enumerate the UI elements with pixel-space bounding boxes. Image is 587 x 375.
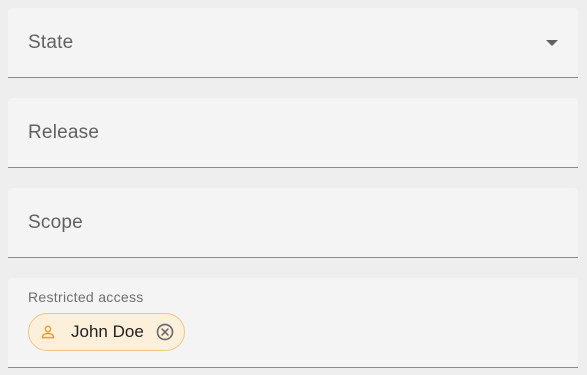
state-label: State <box>28 32 74 53</box>
restricted-access-label: Restricted access <box>28 289 144 305</box>
release-label: Release <box>28 122 100 143</box>
user-chip[interactable]: John Doe <box>28 313 185 351</box>
chip-label: John Doe <box>71 322 144 341</box>
person-icon <box>39 323 57 341</box>
release-field[interactable]: Release <box>8 98 578 168</box>
scope-label: Scope <box>28 212 83 233</box>
state-select[interactable]: State <box>8 8 578 78</box>
scope-field[interactable]: Scope <box>8 188 578 258</box>
restricted-access-field[interactable]: Restricted access John Doe <box>8 278 578 368</box>
cancel-circle-icon[interactable] <box>155 322 175 342</box>
arrow-drop-down-icon[interactable] <box>546 40 558 46</box>
